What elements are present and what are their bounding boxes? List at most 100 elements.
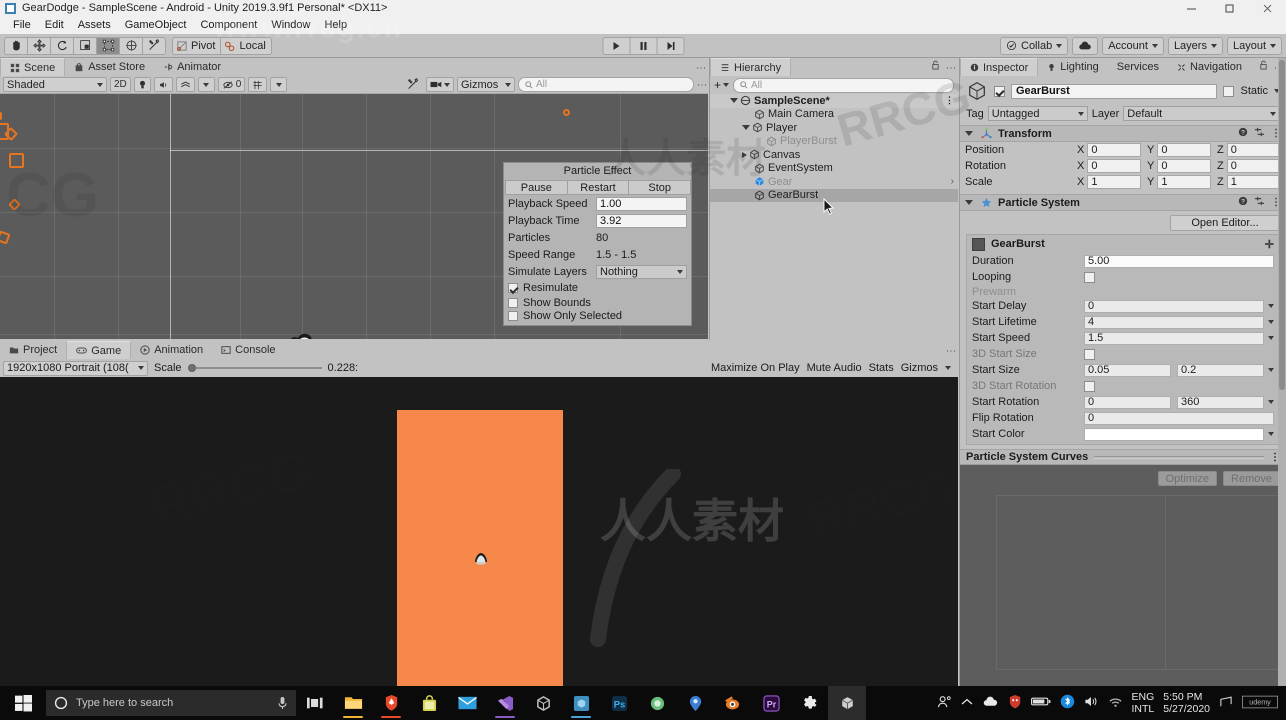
show-bounds-checkbox[interactable]	[508, 297, 518, 308]
game-panel-menu-icon[interactable]: ⋮	[945, 346, 956, 356]
start-color-swatch[interactable]	[1084, 427, 1264, 441]
local-toggle-button[interactable]: Local	[220, 36, 272, 55]
start-lifetime-input[interactable]: 4	[1084, 315, 1264, 329]
effects-toggle-icon[interactable]	[175, 77, 195, 92]
scale-tool-icon[interactable]	[73, 36, 97, 55]
close-icon[interactable]	[1248, 0, 1286, 16]
stats-button[interactable]: Stats	[869, 362, 894, 374]
start-rotation-max-input[interactable]: 360	[1177, 395, 1264, 409]
tab-game[interactable]: Game	[66, 341, 132, 359]
hand-tool-icon[interactable]	[4, 36, 28, 55]
show-only-selected-checkbox[interactable]	[508, 311, 518, 321]
effects-dropdown[interactable]	[197, 77, 215, 92]
windows-start-icon[interactable]	[0, 686, 46, 720]
tab-navigation[interactable]: Navigation	[1168, 58, 1251, 76]
menu-file[interactable]: File	[6, 18, 38, 32]
inspector-scrollbar[interactable]	[1278, 58, 1286, 686]
help-icon[interactable]: ?	[1238, 127, 1248, 140]
tab-scene[interactable]: Scene	[0, 58, 66, 76]
position-z-input[interactable]: 0	[1226, 143, 1281, 157]
step-button[interactable]	[656, 36, 685, 55]
shading-mode-dropdown[interactable]: Shaded	[3, 77, 107, 92]
start-size-min-input[interactable]: 0.05	[1084, 363, 1171, 377]
taskbar-search-input[interactable]: Type here to search	[46, 690, 296, 716]
clock[interactable]: 5:50 PM 5/27/2020	[1163, 691, 1210, 715]
simulate-layers-dropdown[interactable]: Nothing	[596, 264, 687, 279]
hierarchy-item-gear[interactable]: Gear ›	[710, 175, 958, 189]
volume-icon[interactable]	[1084, 695, 1099, 711]
udemy-widget[interactable]: udemy	[1242, 695, 1278, 712]
task-view-icon[interactable]	[296, 686, 334, 720]
premiere-icon[interactable]: Pr	[752, 686, 790, 720]
hierarchy-item-canvas[interactable]: Canvas	[710, 148, 958, 162]
show-hidden-icons-icon[interactable]	[961, 698, 973, 709]
position-x-input[interactable]: 0	[1087, 143, 1141, 157]
menu-gameobject[interactable]: GameObject	[118, 18, 194, 32]
file-explorer-icon[interactable]	[334, 686, 372, 720]
menu-assets[interactable]: Assets	[71, 18, 118, 32]
stop-particle-button[interactable]: Stop	[628, 180, 692, 195]
particle-system-component-header[interactable]: Particle System ? ⋮	[960, 194, 1286, 211]
hierarchy-item-playerburst[interactable]: PlayerBurst	[710, 135, 958, 149]
transform-component-header[interactable]: Transform ? ⋮	[960, 125, 1286, 142]
preset-icon[interactable]	[1254, 127, 1265, 140]
gizmos-button[interactable]: Gizmos	[901, 362, 938, 374]
start-rotation-min-input[interactable]: 0	[1084, 395, 1171, 409]
expand-triangle-icon[interactable]	[965, 131, 973, 136]
module-options-icon[interactable]: ✛	[1265, 238, 1274, 251]
aseprite-icon[interactable]	[638, 686, 676, 720]
maximize-icon[interactable]	[1210, 0, 1248, 16]
chevron-down-icon[interactable]	[945, 366, 951, 370]
chevron-down-icon[interactable]	[1268, 320, 1274, 324]
tab-console[interactable]: Console	[212, 341, 284, 359]
photoshop-icon[interactable]: Ps	[600, 686, 638, 720]
camera-settings-icon[interactable]	[426, 77, 454, 92]
battery-icon[interactable]	[1030, 696, 1051, 710]
custom-tool-icon[interactable]	[142, 36, 166, 55]
hierarchy-lock-icon[interactable]	[931, 60, 940, 73]
store-icon[interactable]	[410, 686, 448, 720]
blender-icon[interactable]	[714, 686, 752, 720]
account-button[interactable]: Account	[1102, 36, 1164, 55]
scene-search-input[interactable]: All	[518, 77, 694, 92]
preset-icon[interactable]	[1254, 196, 1265, 209]
people-icon[interactable]	[937, 695, 952, 712]
rotation-y-input[interactable]: 0	[1157, 159, 1211, 173]
layer-dropdown[interactable]: Default	[1123, 106, 1280, 121]
menu-component[interactable]: Component	[193, 18, 264, 32]
tab-project[interactable]: Project	[0, 341, 66, 359]
rotation-z-input[interactable]: 0	[1226, 159, 1281, 173]
scale-z-input[interactable]: 1	[1226, 175, 1281, 189]
show-bounds-row[interactable]: Show Bounds	[504, 295, 691, 310]
tab-asset-store[interactable]: Asset Store	[65, 58, 154, 76]
particle-system-curves-header[interactable]: Particle System Curves ⋮	[960, 449, 1286, 465]
flip-rotation-input[interactable]: 0	[1084, 411, 1274, 425]
antivirus-icon[interactable]	[1008, 694, 1022, 712]
wifi-icon[interactable]	[1108, 696, 1123, 711]
scale-slider-knob[interactable]	[187, 364, 196, 372]
unity-editor-icon[interactable]	[828, 686, 866, 720]
resolution-dropdown[interactable]: 1920x1080 Portrait (108(	[3, 360, 148, 376]
tab-services[interactable]: Services	[1108, 58, 1168, 76]
scene-toolbar-menu-icon[interactable]: ⋮	[696, 80, 707, 90]
inspector-scroll-thumb[interactable]	[1279, 60, 1285, 390]
playback-speed-input[interactable]: 1.00	[596, 196, 687, 211]
visual-studio-icon[interactable]	[486, 686, 524, 720]
scene-panel-menu-icon[interactable]: ⋮	[695, 63, 706, 73]
static-checkbox[interactable]	[1223, 85, 1235, 97]
minimize-icon[interactable]	[1172, 0, 1210, 16]
resimulate-row[interactable]: Resimulate	[504, 280, 691, 295]
menu-window[interactable]: Window	[264, 18, 317, 32]
tag-dropdown[interactable]: Untagged	[987, 106, 1088, 121]
menu-help[interactable]: Help	[317, 18, 354, 32]
scale-y-input[interactable]: 1	[1157, 175, 1211, 189]
cloud-button[interactable]	[1072, 36, 1099, 55]
3d-start-rotation-checkbox[interactable]	[1084, 380, 1095, 392]
restart-particle-button[interactable]: Restart	[566, 180, 630, 195]
grid-dropdown[interactable]	[270, 77, 288, 92]
hierarchy-item-main-camera[interactable]: Main Camera	[710, 108, 958, 122]
prefab-open-arrow-icon[interactable]: ›	[951, 176, 954, 187]
layout-button[interactable]: Layout	[1226, 36, 1282, 55]
2d-toggle-button[interactable]: 2D	[110, 77, 131, 92]
start-size-max-input[interactable]: 0.2	[1177, 363, 1264, 377]
